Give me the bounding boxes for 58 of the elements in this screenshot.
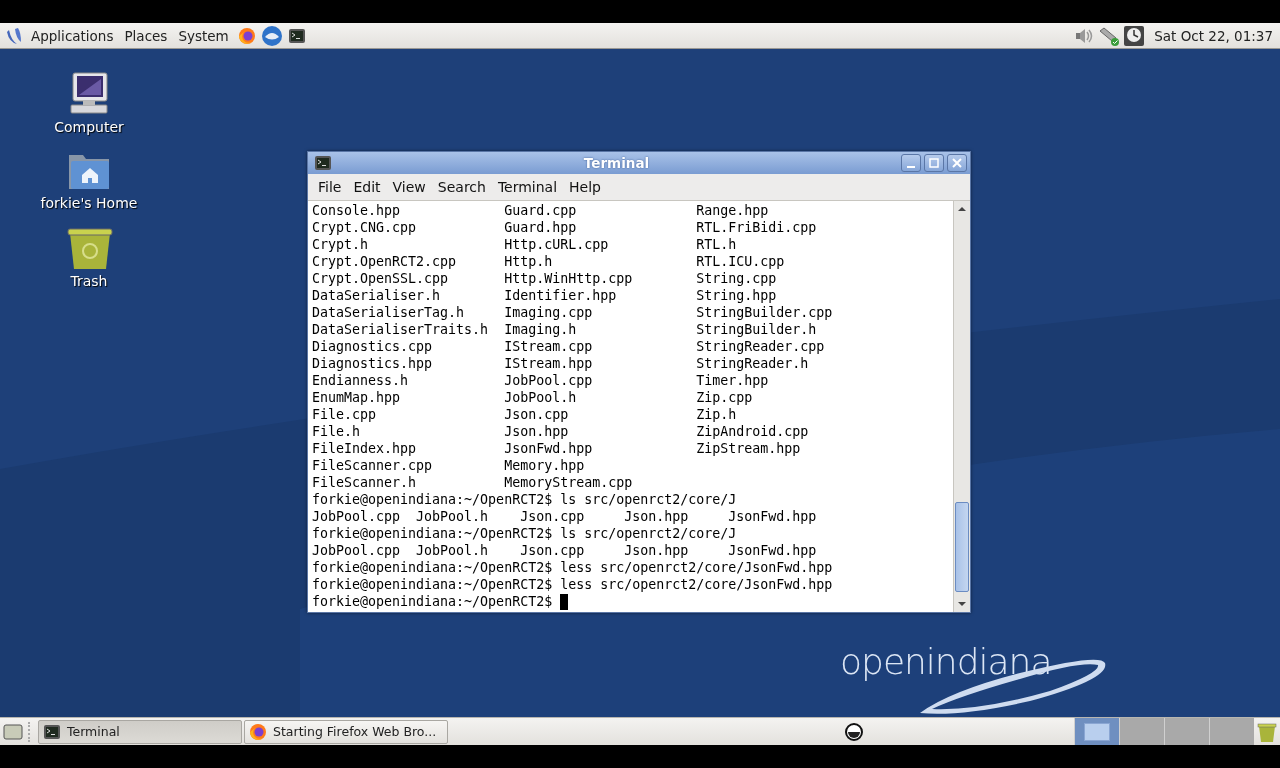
terminal-prompt: forkie@openindiana:~/OpenRCT2$ xyxy=(312,593,553,610)
terminal-line: forkie@openindiana:~/OpenRCT2$ ls src/openrct2/core/J xyxy=(312,525,738,542)
terminal-line: Crypt.CNG.cpp Guard.hpp RTL.FriBidi.cpp xyxy=(312,219,818,236)
menu-item[interactable]: System xyxy=(174,27,233,44)
logo-text: openindiana xyxy=(840,641,1052,682)
menu-item[interactable]: Help xyxy=(563,179,607,195)
close-icon xyxy=(950,156,964,170)
firefox-icon xyxy=(249,722,267,741)
clock-icon[interactable] xyxy=(1123,24,1146,47)
terminal-line: Crypt.h Http.cURL.cpp RTL.h xyxy=(312,236,738,253)
terminal-line: Crypt.OpenSSL.cpp Http.WinHttp.cpp String.cpp xyxy=(312,270,778,287)
menu-item[interactable]: Places xyxy=(120,27,172,44)
terminal-line: File.cpp Json.cpp Zip.h xyxy=(312,406,738,423)
terminal-line: DataSerialiserTraits.h Imaging.h StringBuilder.h xyxy=(312,321,818,338)
scrollbar-thumb[interactable] xyxy=(955,502,969,592)
terminal-line: EnumMap.hpp JobPool.h Zip.cpp xyxy=(312,389,754,406)
terminal-line: forkie@openindiana:~/OpenRCT2$ ls src/openrct2/core/J xyxy=(312,491,738,508)
menu-item[interactable]: Edit xyxy=(347,179,387,195)
maximize-button[interactable] xyxy=(924,154,944,172)
menu-item[interactable]: View xyxy=(386,179,432,195)
show-desktop-icon[interactable] xyxy=(2,721,24,742)
terminal-line: FileIndex.hpp JsonFwd.hpp ZipStream.hpp xyxy=(312,440,802,457)
minimize-button[interactable] xyxy=(901,154,921,172)
terminal-line: Diagnostics.cpp IStream.cpp StringReader.cpp xyxy=(312,338,826,355)
terminal-line: DataSerialiserTag.h Imaging.cpp StringBuilder.cpp xyxy=(312,304,834,321)
terminal-line: Diagnostics.hpp IStream.hpp StringReader.h xyxy=(312,355,810,372)
menu-item[interactable]: Search xyxy=(431,179,492,195)
trash-icon[interactable] xyxy=(65,225,113,271)
window-title: Terminal xyxy=(582,155,651,171)
terminal-icon[interactable] xyxy=(314,154,332,172)
terminal-line: forkie@openindiana:~/OpenRCT2$ less src/openrct2/core/JsonFwd.hpp xyxy=(312,576,834,593)
maximize-icon xyxy=(927,156,941,170)
menu-item[interactable]: Terminal xyxy=(491,179,564,195)
clock-text[interactable]: Sat Oct 22, 01:37 xyxy=(1148,27,1276,44)
close-button[interactable] xyxy=(947,154,967,172)
scrollbar[interactable] xyxy=(953,201,970,612)
menu-item[interactable]: Applications xyxy=(27,27,118,44)
desktop-icon-label[interactable]: forkie's Home xyxy=(40,195,138,211)
taskbar-button[interactable]: Terminal xyxy=(38,719,242,744)
menu-item[interactable]: File xyxy=(312,179,348,195)
terminal-line: Endianness.h JobPool.cpp Timer.hpp xyxy=(312,372,770,389)
terminal-line: Crypt.OpenRCT2.cpp Http.h RTL.ICU.cpp xyxy=(312,253,786,270)
terminal-icon xyxy=(43,722,61,741)
desktop-icon-label[interactable]: Trash xyxy=(70,273,108,289)
terminal-line: Console.hpp Guard.cpp Range.hpp xyxy=(312,202,770,219)
workspace-button[interactable] xyxy=(1074,718,1119,745)
terminal-line: JobPool.cpp JobPool.h Json.cpp Json.hpp JsonFwd.hpp xyxy=(312,508,818,525)
busy-cursor-icon xyxy=(844,721,864,742)
taskbar-button[interactable]: Starting Firefox Web Bro... xyxy=(244,719,448,744)
terminal-line: JobPool.cpp JobPool.h Json.cpp Json.hpp JsonFwd.hpp xyxy=(312,542,818,559)
terminal-line: File.h Json.hpp ZipAndroid.cpp xyxy=(312,423,810,440)
desktop-icon-label[interactable]: Computer xyxy=(54,119,124,135)
terminal-line: FileScanner.h MemoryStream.cpp xyxy=(312,474,634,491)
text-cursor xyxy=(560,593,569,610)
minimize-icon xyxy=(907,166,915,168)
terminal-line: FileScanner.cpp Memory.hpp xyxy=(312,457,586,474)
terminal-line: forkie@openindiana:~/OpenRCT2$ less src/openrct2/core/JsonFwd.hpp xyxy=(312,559,834,576)
terminal-line: DataSerialiser.h Identifier.hpp String.hpp xyxy=(312,287,778,304)
